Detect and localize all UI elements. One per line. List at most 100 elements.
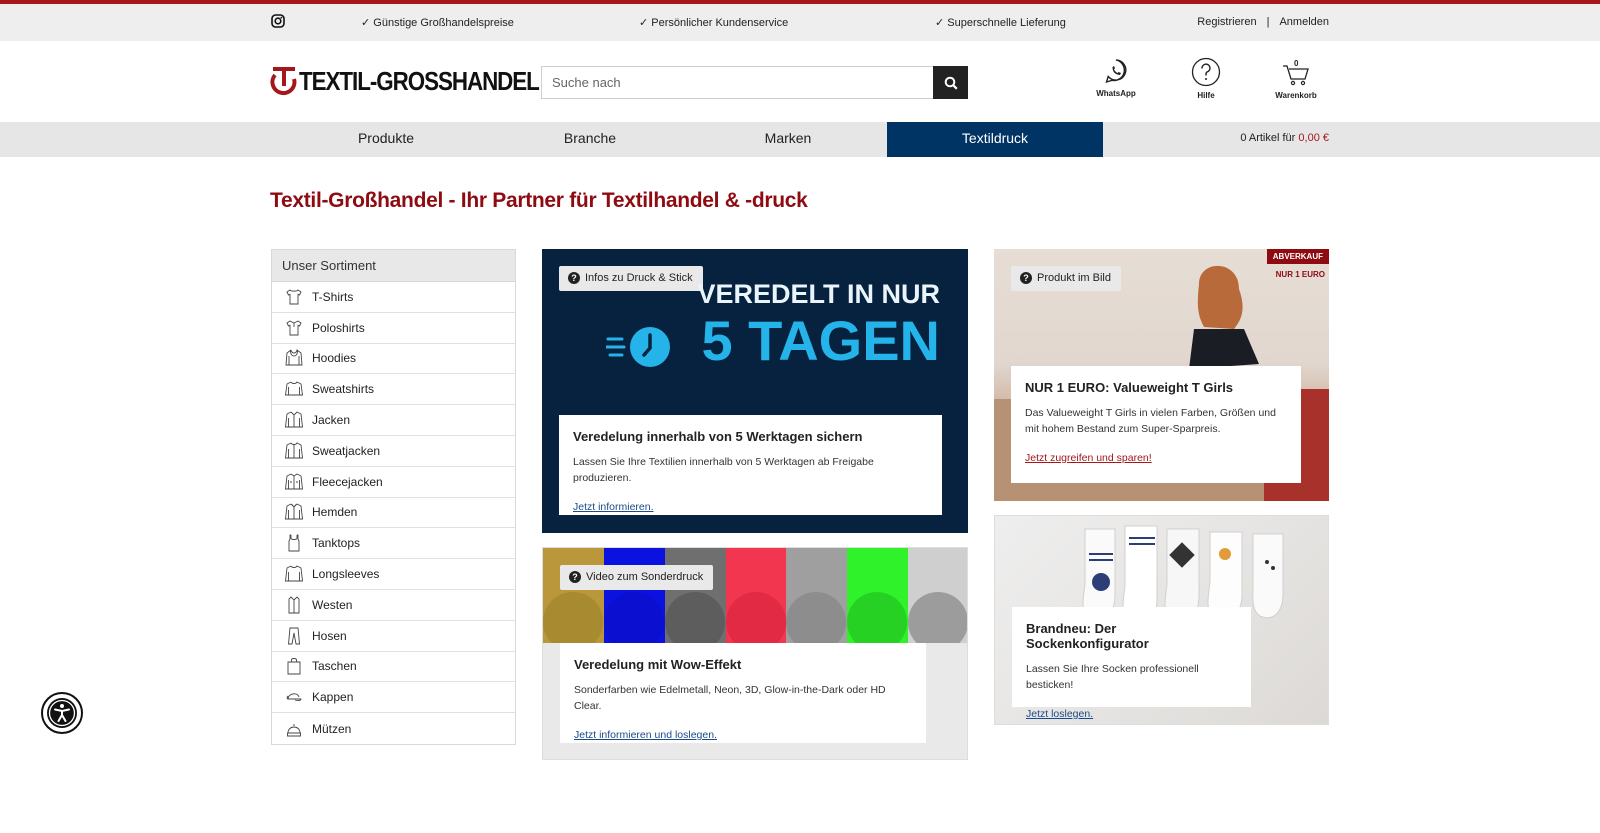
question-icon: ? — [568, 272, 580, 284]
info-pill-label: Video zum Sonderdruck — [586, 571, 704, 583]
card-link[interactable]: Jetzt informieren. — [573, 501, 928, 513]
search-bar — [541, 66, 968, 99]
nav-cart-summary[interactable]: 0 Artikel für 0,00 € — [1240, 132, 1329, 144]
sidebar-item-label: Fleecejacken — [312, 474, 383, 489]
help-button[interactable]: Hilfe — [1171, 57, 1241, 100]
longsleeve-icon — [284, 565, 304, 582]
search-input[interactable] — [541, 66, 933, 99]
main-nav: Produkte Branche Marken Textildruck 0 Ar… — [0, 122, 1600, 157]
logo-mark-icon — [270, 67, 297, 96]
whatsapp-button[interactable]: WhatsApp — [1081, 57, 1151, 98]
sidebar-item-sweatjacken[interactable]: Sweatjacken — [272, 436, 515, 467]
card-text: Lassen Sie Ihre Textilien innerhalb von … — [573, 456, 874, 484]
site-header: TEXTIL-GROSSHANDEL WhatsApp Hilfe 0 — [0, 41, 1600, 122]
sidebar-item-hosen[interactable]: Hosen — [272, 621, 515, 652]
question-icon: ? — [1020, 272, 1032, 284]
sidebar-item-muetzen[interactable]: Mützen — [272, 713, 515, 744]
info-pill-label: Produkt im Bild — [1037, 272, 1111, 284]
sidebar-item-label: Taschen — [312, 659, 357, 674]
question-icon: ? — [569, 571, 581, 583]
promo-tile-valueweight[interactable]: ABVERKAUF NUR 1 EURO ? Produkt im Bild N… — [994, 249, 1329, 501]
valueweight-card: NUR 1 EURO: Valueweight T Girls Das Valu… — [1011, 366, 1301, 483]
card-title: NUR 1 EURO: Valueweight T Girls — [1025, 380, 1234, 395]
sidebar-item-label: Sweatjacken — [312, 443, 381, 458]
hoodie-icon — [285, 349, 303, 366]
help-icon — [1191, 57, 1221, 87]
nav-item-produkte[interactable]: Produkte — [286, 122, 486, 157]
promo-tile-express[interactable]: ? Infos zu Druck & Stick VEREDELT IN NUR… — [542, 249, 968, 533]
usp-delivery: ✓ Superschnelle Lieferung — [935, 17, 1066, 29]
beanie-icon — [287, 723, 301, 736]
card-link[interactable]: Jetzt zugreifen und sparen! — [1025, 452, 1287, 464]
swatch-neon-green — [847, 548, 909, 643]
sidebar-item-tanktops[interactable]: Tanktops — [272, 528, 515, 560]
usp-service: ✓ Persönlicher Kundenservice — [639, 17, 789, 29]
sidebar-item-kappen[interactable]: Kappen — [272, 682, 515, 714]
info-pill-label: Infos zu Druck & Stick — [585, 272, 693, 284]
swatch-neon-red — [725, 548, 787, 643]
help-label: Hilfe — [1197, 91, 1215, 100]
cart-label: Warenkorb — [1275, 91, 1317, 100]
service-bar: ✓ Günstige Großhandelspreise ✓ Persönlic… — [0, 4, 1600, 41]
sidebar-item-longsleeves[interactable]: Longsleeves — [272, 559, 515, 590]
sidebar-item-label: Mützen — [312, 721, 352, 736]
special-print-card: Veredelung mit Wow-Effekt Sonderfarben w… — [560, 643, 926, 743]
info-pill-produkt[interactable]: ? Produkt im Bild — [1011, 266, 1121, 291]
sweatshirt-icon — [284, 381, 304, 396]
swatch-clear — [908, 548, 967, 643]
search-button[interactable] — [933, 66, 968, 99]
sidebar-item-label: Kappen — [312, 690, 354, 705]
express-card: Veredelung innerhalb von 5 Werktagen sic… — [559, 415, 942, 515]
info-pill-video[interactable]: ? Video zum Sonderdruck — [560, 565, 714, 590]
card-link[interactable]: Jetzt loslegen. — [1026, 708, 1237, 720]
sidebar-item-label: Hoodies — [312, 351, 357, 366]
sidebar-item-fleecejacken[interactable]: Fleecejacken — [272, 467, 515, 498]
banner-line-2: 5 TAGEN — [701, 309, 940, 372]
nav-item-textildruck[interactable]: Textildruck — [887, 122, 1103, 157]
sidebar-item-label: Jacken — [312, 413, 351, 428]
sidebar-item-jacken[interactable]: Jacken — [272, 405, 515, 436]
sidebar-item-label: Sweatshirts — [312, 382, 375, 397]
trousers-icon — [288, 627, 300, 645]
login-link[interactable]: Anmelden — [1279, 16, 1329, 28]
sidebar-item-sweatshirts[interactable]: Sweatshirts — [272, 374, 515, 406]
swatch-grey — [786, 548, 848, 643]
nav-item-marken[interactable]: Marken — [688, 122, 888, 157]
whatsapp-icon — [1105, 59, 1127, 84]
sidebar-item-poloshirts[interactable]: Poloshirts — [272, 313, 515, 344]
sidebar-item-label: Westen — [312, 597, 353, 612]
cart-button[interactable]: 0 Warenkorb — [1261, 57, 1331, 100]
promo-tile-special-print[interactable]: ? Video zum Sonderdruck Veredelung mit W… — [542, 547, 968, 760]
register-link[interactable]: Registrieren — [1197, 16, 1256, 28]
sidebar-item-label: Poloshirts — [312, 320, 365, 335]
sidebar-item-label: Hosen — [312, 628, 347, 643]
account-separator: | — [1266, 16, 1270, 28]
nav-item-branche[interactable]: Branche — [490, 122, 690, 157]
sidebar-title: Unser Sortiment — [272, 250, 515, 282]
logo-text: TEXTIL-GROSSHANDEL — [299, 65, 540, 96]
sidebar-item-hoodies[interactable]: Hoodies — [272, 344, 515, 375]
sidebar-item-taschen[interactable]: Taschen — [272, 652, 515, 683]
swatch-gold — [543, 548, 604, 643]
socks-card: Brandneu: Der Sockenkonfigurator Lassen … — [1012, 607, 1251, 720]
sidebar-item-tshirts[interactable]: T-Shirts — [272, 282, 515, 313]
card-title: Veredelung innerhalb von 5 Werktagen sic… — [573, 429, 863, 444]
accessibility-button[interactable] — [41, 692, 83, 734]
instagram-icon[interactable] — [271, 14, 285, 28]
card-link[interactable]: Jetzt informieren und loslegen. — [574, 729, 912, 741]
card-title: Veredelung mit Wow-Effekt — [574, 657, 742, 672]
fast-clock-icon — [606, 327, 670, 367]
site-logo[interactable]: TEXTIL-GROSSHANDEL — [270, 65, 578, 97]
sidebar-item-label: Hemden — [312, 505, 358, 520]
sidebar-item-hemden[interactable]: Hemden — [272, 498, 515, 529]
jacket-icon — [284, 411, 304, 428]
account-links: Registrieren | Anmelden — [1197, 16, 1329, 28]
info-pill-druck-stick[interactable]: ? Infos zu Druck & Stick — [559, 266, 703, 291]
shirt-icon — [284, 503, 304, 520]
card-title: Brandneu: Der Sockenkonfigurator — [1026, 621, 1149, 651]
sidebar-item-westen[interactable]: Westen — [272, 590, 515, 621]
promo-tile-socks[interactable]: Brandneu: Der Sockenkonfigurator Lassen … — [994, 515, 1329, 725]
sale-badge: ABVERKAUF — [1266, 249, 1329, 264]
accessibility-icon — [47, 698, 77, 728]
whatsapp-label: WhatsApp — [1096, 89, 1136, 98]
